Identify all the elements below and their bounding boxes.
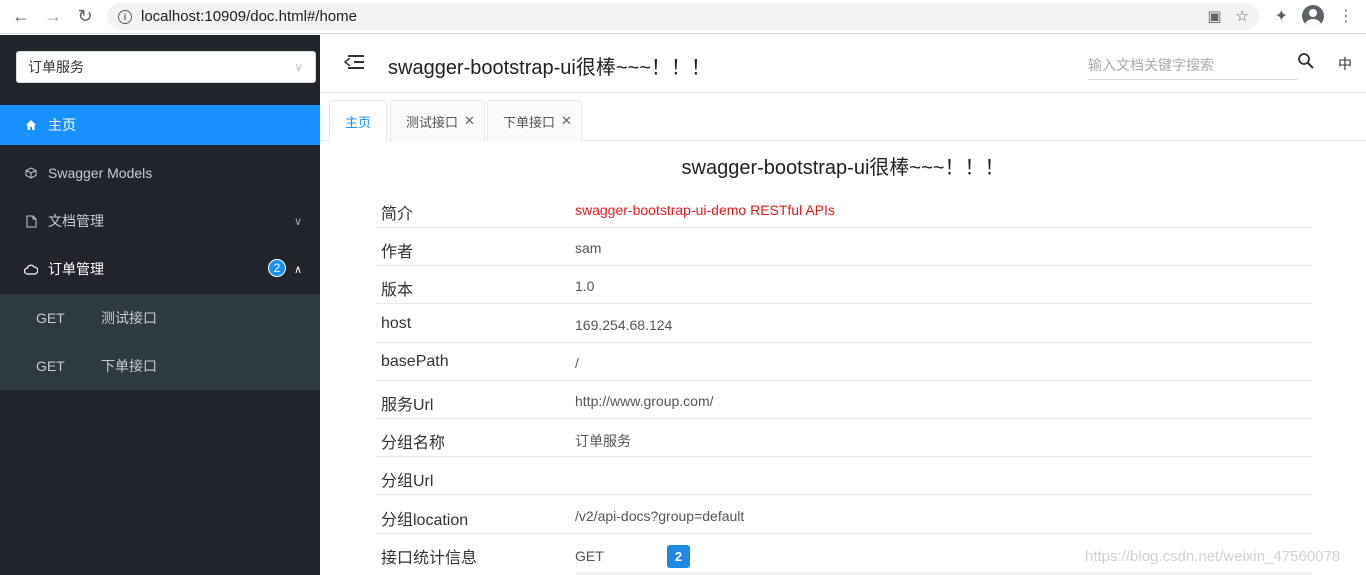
stats-method: GET bbox=[575, 548, 604, 564]
account-icon[interactable] bbox=[1302, 5, 1324, 27]
document-icon bbox=[24, 215, 38, 228]
info-row-author: 作者 sam bbox=[375, 228, 1313, 266]
close-icon[interactable]: ✕ bbox=[464, 113, 475, 129]
chevron-down-icon: ∨ bbox=[294, 60, 303, 74]
row-value: swagger-bootstrap-ui-demo RESTful APIs bbox=[575, 202, 835, 218]
sidebar: 订单服务 ∨ 主页 Swagger Models 文档管理 ∨ 订单管理 2 ∧… bbox=[0, 35, 320, 575]
forward-arrow-icon[interactable]: → bbox=[42, 6, 64, 28]
http-method: GET bbox=[36, 310, 65, 326]
group-select-value: 订单服务 bbox=[28, 59, 84, 75]
submenu: GET 测试接口 GET 下单接口 bbox=[0, 294, 320, 390]
info-row-group-url: 分组Url bbox=[375, 457, 1313, 495]
url-text[interactable]: localhost:10909/doc.html#/home bbox=[141, 8, 357, 25]
row-label: 分组名称 bbox=[381, 435, 446, 452]
sidebar-item-label: Swagger Models bbox=[48, 165, 153, 181]
reload-icon[interactable]: ↻ bbox=[74, 6, 96, 28]
sidebar-item-label: 主页 bbox=[48, 117, 76, 133]
tab-test-api[interactable]: 测试接口 ✕ bbox=[390, 100, 485, 141]
app-title: swagger-bootstrap-ui很棒~~~！！！ bbox=[388, 57, 711, 79]
page-title: swagger-bootstrap-ui很棒~~~！！！ bbox=[681, 157, 1005, 179]
row-value: sam bbox=[575, 240, 602, 256]
api-name: 测试接口 bbox=[101, 310, 157, 326]
search-placeholder: 输入文档关键字搜索 bbox=[1088, 56, 1214, 73]
row-value: 订单服务 bbox=[575, 433, 631, 449]
back-arrow-icon[interactable]: ← bbox=[10, 6, 32, 28]
row-label: 简介 bbox=[381, 206, 414, 223]
address-bar[interactable]: i localhost:10909/doc.html#/home ▣ ☆ bbox=[107, 3, 1259, 30]
sidebar-item-label: 文档管理 bbox=[48, 213, 104, 229]
info-icon[interactable]: i bbox=[118, 9, 132, 24]
sidebar-subitem-test-api[interactable]: GET 测试接口 bbox=[0, 294, 320, 342]
row-label: host bbox=[381, 315, 412, 332]
browser-toolbar: ← → ↻ i localhost:10909/doc.html#/home ▣… bbox=[0, 0, 1366, 34]
info-row-host: host 169.254.68.124 bbox=[375, 305, 1313, 343]
info-row-service-url: 服务Url http://www.group.com/ bbox=[375, 381, 1313, 419]
info-row-group-location: 分组location /v2/api-docs?group=default bbox=[375, 496, 1313, 534]
sidebar-item-label: 订单管理 bbox=[48, 261, 104, 277]
row-label: basePath bbox=[381, 353, 449, 370]
http-method: GET bbox=[36, 358, 65, 374]
tab-label: 下单接口 bbox=[503, 114, 556, 130]
chevron-down-icon: ∨ bbox=[293, 215, 302, 228]
info-row-basepath: basePath / bbox=[375, 343, 1313, 381]
sidebar-item-home[interactable]: 主页 bbox=[0, 105, 320, 145]
row-label: 服务Url bbox=[381, 397, 434, 414]
extensions-icon[interactable]: ✦ bbox=[1275, 6, 1288, 26]
sidebar-item-doc-management[interactable]: 文档管理 ∨ bbox=[0, 201, 320, 241]
tab-order-api[interactable]: 下单接口 ✕ bbox=[487, 100, 582, 141]
cube-icon bbox=[24, 167, 38, 179]
row-value: http://www.group.com/ bbox=[575, 393, 714, 409]
star-icon[interactable]: ☆ bbox=[1236, 7, 1249, 25]
row-label: 作者 bbox=[381, 244, 414, 261]
row-label: 版本 bbox=[381, 282, 414, 299]
api-name: 下单接口 bbox=[101, 358, 157, 374]
stats-count-badge: 2 bbox=[667, 545, 690, 568]
group-select[interactable]: 订单服务 ∨ bbox=[16, 51, 316, 83]
watermark: https://blog.csdn.net/weixin_47560078 bbox=[1085, 548, 1341, 565]
search-icon[interactable] bbox=[1297, 52, 1315, 70]
cloud-icon bbox=[24, 264, 38, 275]
more-icon[interactable]: ⋮ bbox=[1338, 6, 1354, 26]
tab-label: 主页 bbox=[344, 115, 371, 130]
sidebar-item-swagger-models[interactable]: Swagger Models bbox=[0, 153, 320, 193]
row-value: 169.254.68.124 bbox=[575, 317, 673, 333]
row-label: 分组Url bbox=[381, 473, 434, 490]
row-value: 1.0 bbox=[575, 278, 595, 294]
sidebar-item-order-management[interactable]: 订单管理 2 ∧ bbox=[0, 249, 320, 289]
divider bbox=[575, 573, 1313, 574]
close-icon[interactable]: ✕ bbox=[561, 113, 572, 129]
row-value: / bbox=[575, 355, 579, 371]
tab-bar: 主页 测试接口 ✕ 下单接口 ✕ bbox=[320, 93, 1366, 142]
row-value: /v2/api-docs?group=default bbox=[575, 508, 745, 524]
row-label: 接口统计信息 bbox=[381, 550, 478, 567]
language-switch[interactable]: 中 bbox=[1338, 54, 1352, 74]
info-row-description: 简介 swagger-bootstrap-ui-demo RESTful API… bbox=[375, 190, 1313, 228]
count-badge: 2 bbox=[268, 259, 286, 277]
info-row-group-name: 分组名称 订单服务 bbox=[375, 419, 1313, 457]
chevron-up-icon: ∧ bbox=[293, 263, 302, 276]
sidebar-subitem-order-api[interactable]: GET 下单接口 bbox=[0, 342, 320, 390]
tab-home[interactable]: 主页 bbox=[329, 100, 387, 142]
search-input[interactable]: 输入文档关键字搜索 bbox=[1088, 50, 1298, 80]
home-icon bbox=[24, 119, 38, 131]
header: swagger-bootstrap-ui很棒~~~！！！ 输入文档关键字搜索 中 bbox=[320, 35, 1366, 93]
tab-label: 测试接口 bbox=[406, 114, 459, 130]
menu-collapse-icon[interactable] bbox=[344, 54, 364, 72]
translate-icon[interactable]: ▣ bbox=[1207, 7, 1221, 25]
row-label: 分组location bbox=[381, 512, 469, 529]
info-row-version: 版本 1.0 bbox=[375, 266, 1313, 304]
